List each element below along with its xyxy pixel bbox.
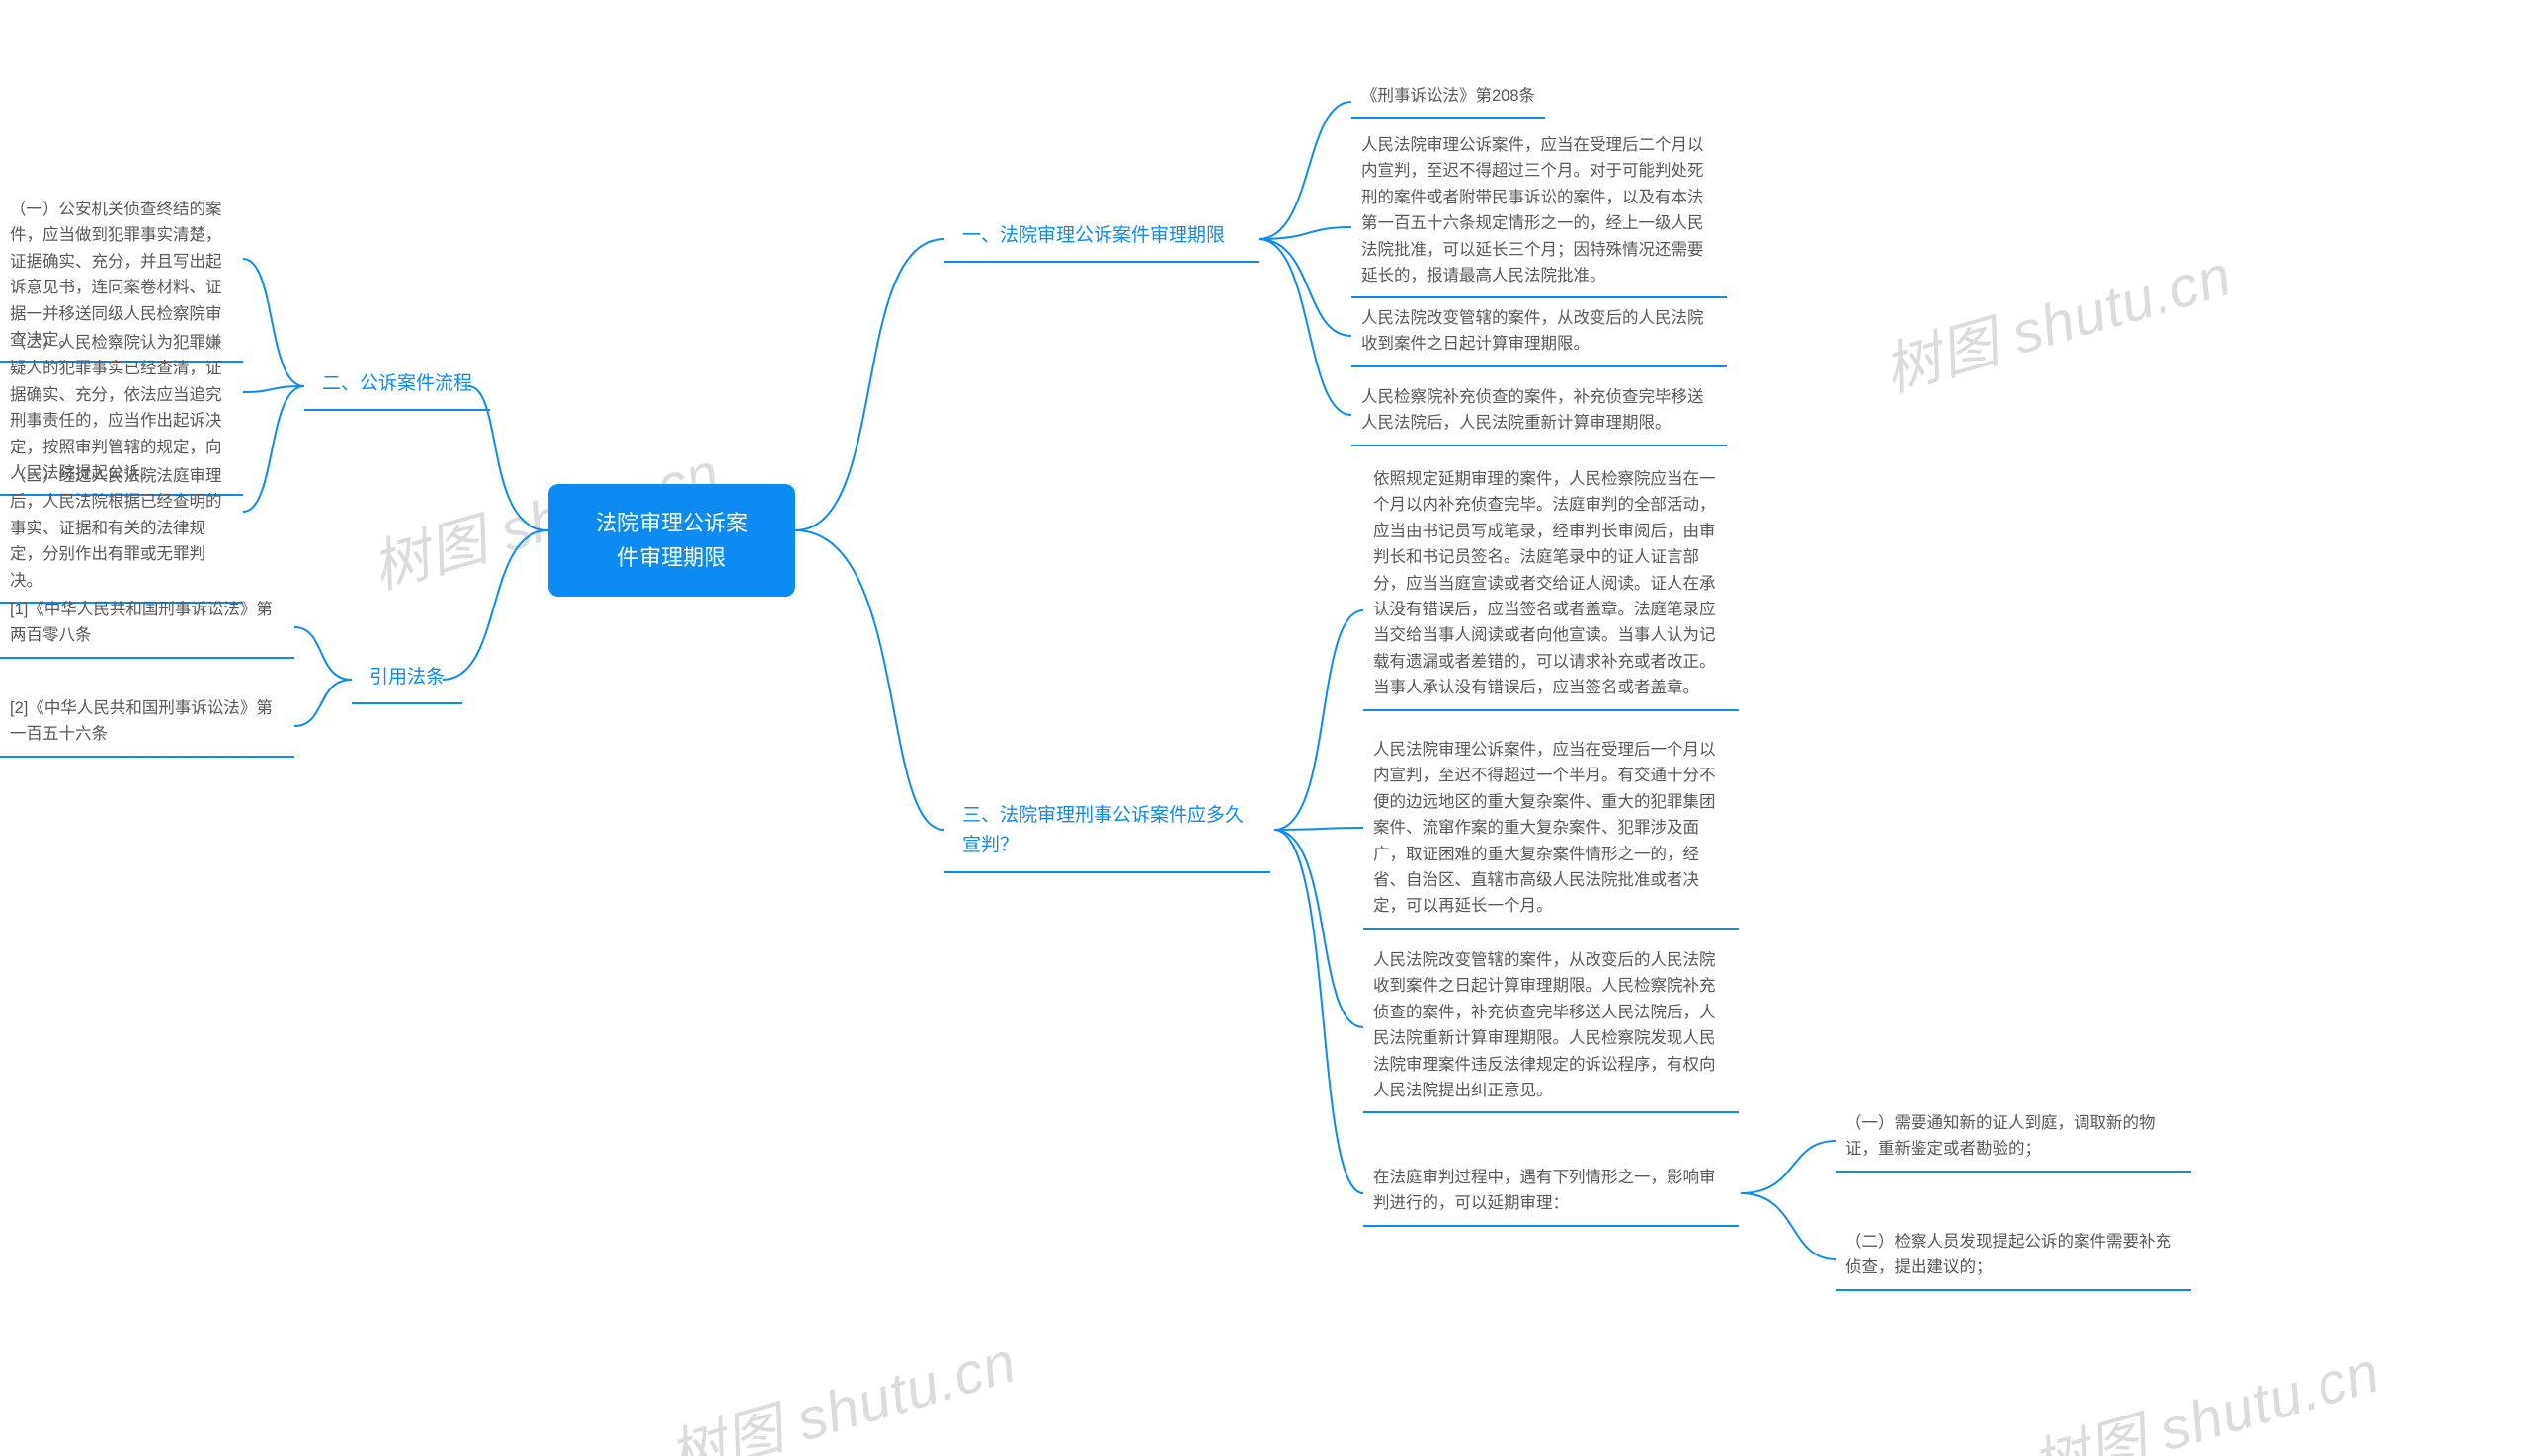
branch-3[interactable]: 三、法院审理刑事公诉案件应多久宣判？ bbox=[944, 795, 1270, 873]
branch-4-label: 引用法条 bbox=[369, 667, 445, 688]
leaf-3-1-text: 依照规定延期审理的案件，人民检察院应当在一个月以内补充侦查完毕。法庭审判的全部活… bbox=[1373, 470, 1716, 696]
mindmap-canvas[interactable]: 树图 shutu.cn 树图 shutu.cn 树图 shutu.cn 树图 s… bbox=[0, 0, 2529, 1456]
branch-1[interactable]: 一、法院审理公诉案件审理期限 bbox=[944, 215, 1259, 263]
leaf-2-3-text: （三）经过人民法院法庭审理后，人民法院根据已经查明的事实、证据和有关的法律规定，… bbox=[10, 467, 222, 590]
leaf-3-4-text: 在法庭审判过程中，遇有下列情形之一，影响审判进行的，可以延期审理： bbox=[1373, 1169, 1716, 1212]
root-node[interactable]: 法院审理公诉案件审理期限 bbox=[548, 484, 795, 597]
leaf-2-3[interactable]: （三）经过人民法院法庭审理后，人民法院根据已经查明的事实、证据和有关的法律规定，… bbox=[0, 459, 243, 604]
leaf-3-2-text: 人民法院审理公诉案件，应当在受理后一个月以内宣判，至迟不得超过一个半月。有交通十… bbox=[1373, 741, 1716, 915]
leaf-4-2[interactable]: [2]《中华人民共和国刑事诉讼法》第一百五十六条 bbox=[0, 691, 294, 758]
leaf-3-1[interactable]: 依照规定延期审理的案件，人民检察院应当在一个月以内补充侦查完毕。法庭审判的全部活… bbox=[1363, 462, 1739, 711]
branch-2[interactable]: 二、公诉案件流程 bbox=[304, 364, 490, 411]
branch-4[interactable]: 引用法条 bbox=[352, 657, 462, 704]
watermark: 树图 shutu.cn bbox=[657, 1316, 1023, 1456]
leaf-1-4[interactable]: 人民检察院补充侦查的案件，补充侦查完毕移送人民法院后，人民法院重新计算审理期限。 bbox=[1351, 380, 1727, 446]
leaf-4-1[interactable]: [1]《中华人民共和国刑事诉讼法》第两百零八条 bbox=[0, 593, 294, 659]
leaf-3-4[interactable]: 在法庭审判过程中，遇有下列情形之一，影响审判进行的，可以延期审理： bbox=[1363, 1161, 1739, 1227]
leaf-3-4-1[interactable]: （一）需要通知新的证人到庭，调取新的物证，重新鉴定或者勘验的； bbox=[1836, 1106, 2191, 1173]
leaf-4-2-text: [2]《中华人民共和国刑事诉讼法》第一百五十六条 bbox=[10, 699, 273, 743]
leaf-3-2[interactable]: 人民法院审理公诉案件，应当在受理后一个月以内宣判，至迟不得超过一个半月。有交通十… bbox=[1363, 733, 1739, 930]
branch-1-label: 一、法院审理公诉案件审理期限 bbox=[962, 225, 1225, 246]
leaf-1-2-text: 人民法院审理公诉案件，应当在受理后二个月以内宣判，至迟不得超过三个月。对于可能判… bbox=[1361, 136, 1704, 284]
leaf-1-1-text: 《刑事诉讼法》第208条 bbox=[1361, 87, 1535, 105]
leaf-1-1[interactable]: 《刑事诉讼法》第208条 bbox=[1351, 79, 1545, 119]
leaf-4-1-text: [1]《中华人民共和国刑事诉讼法》第两百零八条 bbox=[10, 601, 273, 644]
leaf-1-3-text: 人民法院改变管辖的案件，从改变后的人民法院收到案件之日起计算审理期限。 bbox=[1361, 309, 1704, 353]
leaf-3-4-2-text: （二）检察人员发现提起公诉的案件需要补充侦查，提出建议的； bbox=[1845, 1233, 2171, 1276]
leaf-3-3-text: 人民法院改变管辖的案件，从改变后的人民法院收到案件之日起计算审理期限。人民检察院… bbox=[1373, 951, 1716, 1099]
leaf-3-3[interactable]: 人民法院改变管辖的案件，从改变后的人民法院收到案件之日起计算审理期限。人民检察院… bbox=[1363, 943, 1739, 1113]
watermark: 树图 shutu.cn bbox=[1872, 229, 2239, 408]
leaf-3-4-1-text: （一）需要通知新的证人到庭，调取新的物证，重新鉴定或者勘验的； bbox=[1845, 1114, 2156, 1158]
leaf-1-2[interactable]: 人民法院审理公诉案件，应当在受理后二个月以内宣判，至迟不得超过三个月。对于可能判… bbox=[1351, 128, 1727, 298]
branch-3-label: 三、法院审理刑事公诉案件应多久宣判？ bbox=[962, 805, 1244, 855]
root-title: 法院审理公诉案件审理期限 bbox=[596, 511, 748, 570]
leaf-3-4-2[interactable]: （二）检察人员发现提起公诉的案件需要补充侦查，提出建议的； bbox=[1836, 1225, 2191, 1291]
branch-2-label: 二、公诉案件流程 bbox=[322, 373, 472, 394]
leaf-1-3[interactable]: 人民法院改变管辖的案件，从改变后的人民法院收到案件之日起计算审理期限。 bbox=[1351, 301, 1727, 367]
leaf-1-4-text: 人民检察院补充侦查的案件，补充侦查完毕移送人民法院后，人民法院重新计算审理期限。 bbox=[1361, 388, 1704, 432]
watermark: 树图 shutu.cn bbox=[2020, 1326, 2387, 1456]
